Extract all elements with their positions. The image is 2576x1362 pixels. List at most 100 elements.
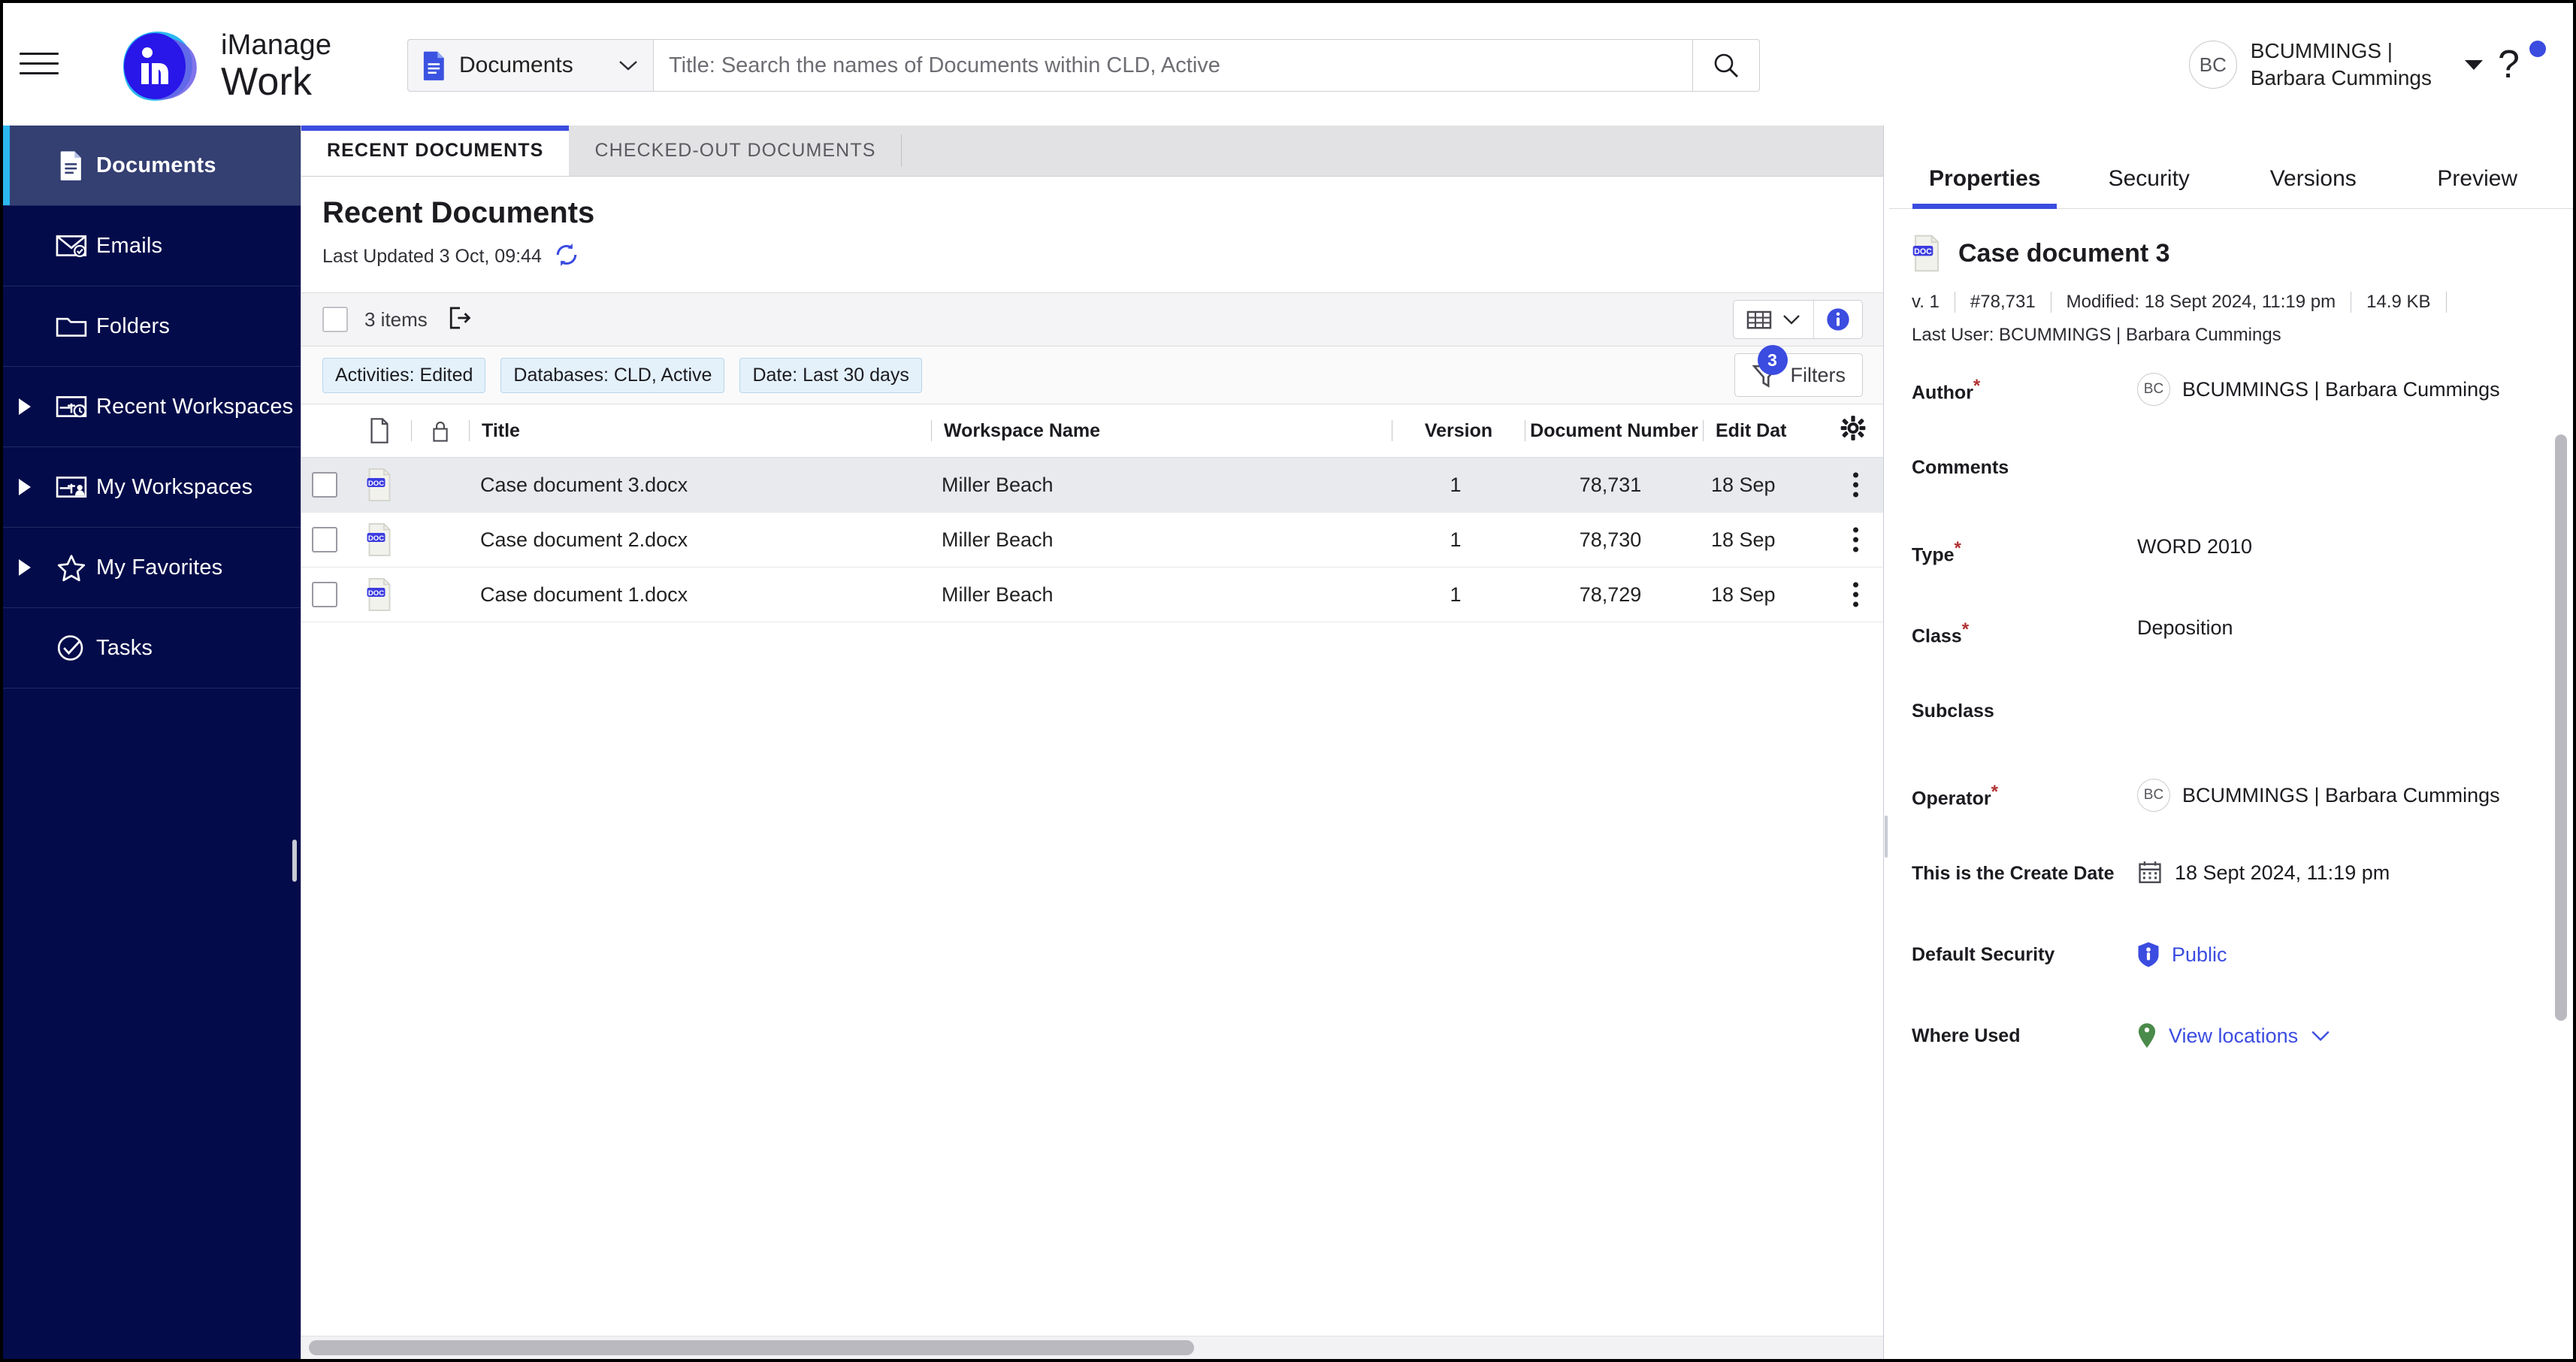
sidebar-item-folders[interactable]: Folders	[3, 286, 301, 367]
search-field-wrapper	[653, 39, 1693, 92]
header-workspace-cell[interactable]: Workspace Name	[932, 420, 1392, 442]
filter-chip-date[interactable]: Date: Last 30 days	[739, 358, 921, 393]
gear-icon[interactable]	[1840, 416, 1866, 446]
main-tab-strip: RECENT DOCUMENTS CHECKED-OUT DOCUMENTS	[301, 126, 1884, 177]
horizontal-scrollbar-track[interactable]	[301, 1336, 1884, 1359]
security-link[interactable]: Public	[2172, 943, 2227, 967]
svg-text:DOC: DOC	[1914, 247, 1932, 256]
filter-chip-activities[interactable]: Activities: Edited	[322, 358, 485, 393]
row-workspace: Miller Beach	[930, 528, 1389, 552]
row-actions-menu-icon[interactable]	[1853, 473, 1858, 498]
field-value: BC BCUMMINGS | Barbara Cummings	[2137, 373, 2550, 406]
field-label: Default Security	[1912, 941, 2137, 966]
tab-recent-documents[interactable]: RECENT DOCUMENTS	[301, 126, 569, 176]
row-edit-date: 18 Sep	[1699, 474, 1824, 497]
sidebar-item-label: Tasks	[96, 636, 153, 661]
tab-preview[interactable]: Preview	[2396, 166, 2560, 208]
help-button[interactable]: ?	[2498, 39, 2544, 90]
sidebar-item-tasks[interactable]: Tasks	[3, 608, 301, 689]
horizontal-scrollbar-thumb[interactable]	[309, 1340, 1194, 1355]
vertical-scrollbar-thumb[interactable]	[2555, 434, 2567, 1021]
row-doc-number: 78,731	[1522, 474, 1699, 497]
table-row[interactable]: DOC Case document 2.docx Miller Beach 1 …	[301, 513, 1884, 568]
row-checkbox[interactable]	[312, 582, 337, 607]
header-docnumber-cell[interactable]: Document Number	[1525, 420, 1703, 442]
table-view-button[interactable]	[1734, 301, 1813, 338]
row-workspace: Miller Beach	[930, 583, 1389, 607]
refresh-icon[interactable]	[554, 242, 579, 271]
splitter-grip[interactable]	[1885, 816, 1888, 858]
table-row[interactable]: DOC Case document 1.docx Miller Beach 1 …	[301, 568, 1884, 622]
recent-workspace-icon	[47, 394, 96, 419]
imanage-work-app: iManage Work Documents	[3, 3, 2573, 1359]
sidebar: Documents Emails Folders	[3, 126, 301, 1359]
table-view-icon	[1746, 308, 1773, 331]
field-author: Author* BC BCUMMINGS | Barbara Cummings	[1912, 373, 2550, 454]
row-title[interactable]: Case document 2.docx	[468, 528, 930, 552]
svg-text:DOC: DOC	[368, 589, 384, 598]
table-row[interactable]: DOC Case document 3.docx Miller Beach 1 …	[301, 458, 1884, 513]
expand-arrow-icon[interactable]	[3, 479, 47, 495]
tab-versions[interactable]: Versions	[2231, 166, 2396, 208]
user-name-block: BCUMMINGS | Barbara Cummings	[2251, 38, 2432, 92]
tab-label: Security	[2109, 166, 2190, 191]
field-label: Subclass	[1912, 698, 2137, 722]
field-label: Comments	[1912, 454, 2137, 479]
meta-modified: Modified: 18 Sept 2024, 11:19 pm	[2067, 292, 2336, 313]
chevron-down-icon[interactable]	[2310, 1028, 2331, 1043]
search-input[interactable]	[667, 53, 1679, 79]
search-scope-selector[interactable]: Documents	[407, 39, 653, 92]
row-checkbox[interactable]	[312, 472, 337, 498]
sidebar-item-label: Recent Workspaces	[96, 395, 293, 419]
global-search: Documents	[407, 39, 1760, 92]
filter-chip-databases[interactable]: Databases: CLD, Active	[500, 358, 724, 393]
row-title[interactable]: Case document 3.docx	[468, 474, 930, 497]
document-icon	[47, 150, 96, 180]
row-actions-menu-icon[interactable]	[1853, 528, 1858, 552]
row-checkbox[interactable]	[312, 527, 337, 552]
tab-label: Versions	[2270, 166, 2357, 191]
field-label: Type*	[1912, 535, 2137, 566]
tab-checked-out-documents[interactable]: CHECKED-OUT DOCUMENTS	[569, 126, 901, 176]
location-pin-icon	[2137, 1022, 2157, 1049]
sidebar-item-my-workspaces[interactable]: My Workspaces	[3, 447, 301, 528]
sidebar-resize-handle[interactable]	[292, 840, 297, 882]
active-accent-bar	[3, 126, 10, 205]
sidebar-item-recent-workspaces[interactable]: Recent Workspaces	[3, 367, 301, 447]
logo-line-1: iManage	[221, 29, 331, 62]
field-value: 18 Sept 2024, 11:19 pm	[2137, 860, 2550, 885]
sidebar-item-documents[interactable]: Documents	[3, 126, 301, 206]
imanage-wordmark: iManage Work	[221, 29, 331, 102]
tab-properties[interactable]: Properties	[1903, 166, 2067, 208]
details-panel: Properties Security Versions Preview DOC	[1889, 126, 2573, 1359]
row-checkbox-cell	[301, 582, 348, 607]
sidebar-item-emails[interactable]: Emails	[3, 206, 301, 286]
chevron-down-icon	[617, 58, 639, 73]
search-button[interactable]	[1693, 39, 1760, 92]
document-title: Case document 3	[1958, 239, 2170, 268]
tab-label: RECENT DOCUMENTS	[327, 140, 543, 162]
header-filetype-cell	[348, 418, 411, 443]
expand-arrow-icon[interactable]	[3, 398, 47, 415]
tab-label: Properties	[1929, 166, 2040, 191]
row-title[interactable]: Case document 1.docx	[468, 583, 930, 607]
header-editdate-cell[interactable]: Edit Dat	[1704, 420, 1828, 442]
view-locations-link[interactable]: View locations	[2169, 1025, 2298, 1048]
field-value-text: 18 Sept 2024, 11:19 pm	[2175, 861, 2390, 885]
hamburger-menu-icon[interactable]	[20, 47, 59, 80]
header-version-cell[interactable]: Version	[1392, 420, 1525, 442]
select-all-checkbox[interactable]	[322, 307, 348, 332]
field-value-text: BCUMMINGS | Barbara Cummings	[2182, 378, 2500, 401]
field-create-date: This is the Create Date 18 Sept 2024, 11…	[1912, 860, 2550, 941]
row-version: 1	[1389, 474, 1522, 497]
filter-chip-row: Activities: Edited Databases: CLD, Activ…	[301, 347, 1884, 404]
export-icon[interactable]	[447, 305, 473, 334]
header-title-cell[interactable]: Title	[470, 420, 931, 442]
row-actions-menu-icon[interactable]	[1853, 583, 1858, 607]
tab-security[interactable]: Security	[2067, 166, 2232, 208]
user-menu[interactable]: BC BCUMMINGS | Barbara Cummings	[2189, 35, 2483, 95]
sidebar-item-my-favorites[interactable]: My Favorites	[3, 528, 301, 608]
filters-button[interactable]: 3 Filters	[1734, 353, 1864, 397]
expand-arrow-icon[interactable]	[3, 559, 47, 576]
info-button[interactable]	[1814, 301, 1862, 338]
